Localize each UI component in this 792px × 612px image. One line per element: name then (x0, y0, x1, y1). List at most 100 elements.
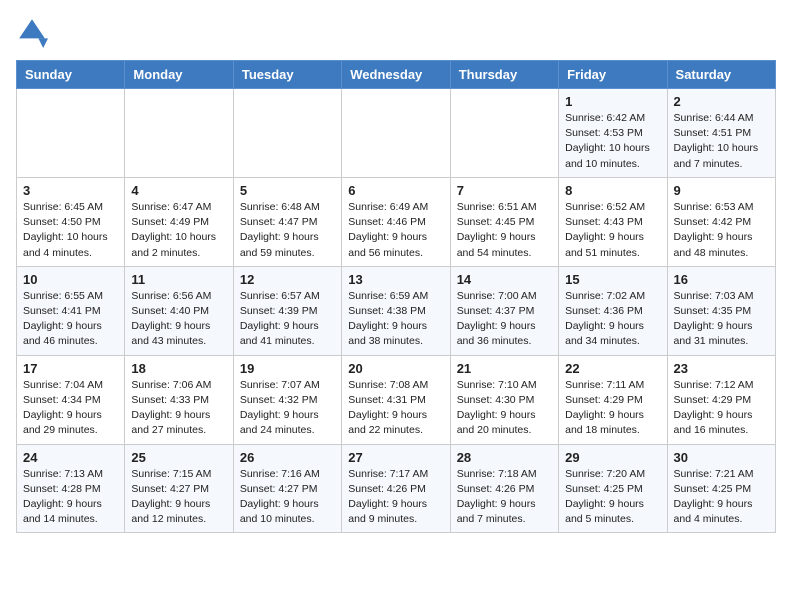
calendar-week-5: 24 Sunrise: 7:13 AM Sunset: 4:28 PM Dayli… (17, 444, 776, 533)
logo (16, 16, 52, 48)
calendar-cell: 8 Sunrise: 6:52 AM Sunset: 4:43 PM Daylig… (559, 177, 667, 266)
day-info: Sunrise: 7:20 AM Sunset: 4:25 PM Dayligh… (565, 467, 660, 528)
calendar-cell (125, 89, 233, 178)
calendar-cell: 14 Sunrise: 7:00 AM Sunset: 4:37 PM Dayli… (450, 266, 558, 355)
calendar-cell: 17 Sunrise: 7:04 AM Sunset: 4:34 PM Dayli… (17, 355, 125, 444)
day-info: Sunrise: 6:57 AM Sunset: 4:39 PM Dayligh… (240, 289, 335, 350)
weekday-header-wednesday: Wednesday (342, 61, 450, 89)
calendar-week-4: 17 Sunrise: 7:04 AM Sunset: 4:34 PM Dayli… (17, 355, 776, 444)
day-number: 8 (565, 183, 660, 198)
weekday-header-monday: Monday (125, 61, 233, 89)
calendar-cell: 25 Sunrise: 7:15 AM Sunset: 4:27 PM Dayli… (125, 444, 233, 533)
calendar-cell: 22 Sunrise: 7:11 AM Sunset: 4:29 PM Dayli… (559, 355, 667, 444)
calendar-cell: 12Sunrise: 6:57 AM Sunset: 4:39 PM Dayli… (233, 266, 341, 355)
day-info: Sunrise: 7:04 AM Sunset: 4:34 PM Dayligh… (23, 378, 118, 439)
day-info: Sunrise: 7:13 AM Sunset: 4:28 PM Dayligh… (23, 467, 118, 528)
calendar-week-3: 10 Sunrise: 6:55 AM Sunset: 4:41 PM Dayli… (17, 266, 776, 355)
day-info: Sunrise: 6:45 AM Sunset: 4:50 PM Dayligh… (23, 200, 118, 261)
calendar-cell: 6 Sunrise: 6:49 AM Sunset: 4:46 PM Daylig… (342, 177, 450, 266)
calendar-cell (450, 89, 558, 178)
day-number: 20 (348, 361, 443, 376)
calendar-cell: 26Sunrise: 7:16 AM Sunset: 4:27 PM Dayli… (233, 444, 341, 533)
day-number: 10 (23, 272, 118, 287)
calendar-cell: 1 Sunrise: 6:42 AM Sunset: 4:53 PM Daylig… (559, 89, 667, 178)
day-info: Sunrise: 6:49 AM Sunset: 4:46 PM Dayligh… (348, 200, 443, 261)
day-info: Sunrise: 7:11 AM Sunset: 4:29 PM Dayligh… (565, 378, 660, 439)
day-number: 4 (131, 183, 226, 198)
day-info: Sunrise: 7:00 AM Sunset: 4:37 PM Dayligh… (457, 289, 552, 350)
day-info: Sunrise: 7:03 AM Sunset: 4:35 PM Dayligh… (674, 289, 769, 350)
day-number: 11 (131, 272, 226, 287)
day-number: 7 (457, 183, 552, 198)
day-info: Sunrise: 6:55 AM Sunset: 4:41 PM Dayligh… (23, 289, 118, 350)
calendar-cell: 18Sunrise: 7:06 AM Sunset: 4:33 PM Dayli… (125, 355, 233, 444)
day-number: 16 (674, 272, 769, 287)
day-number: 29 (565, 450, 660, 465)
day-number: 3 (23, 183, 118, 198)
day-info: Sunrise: 7:16 AM Sunset: 4:27 PM Dayligh… (240, 467, 335, 528)
calendar-cell: 10 Sunrise: 6:55 AM Sunset: 4:41 PM Dayli… (17, 266, 125, 355)
day-info: Sunrise: 6:47 AM Sunset: 4:49 PM Dayligh… (131, 200, 226, 261)
logo-icon (16, 16, 48, 48)
calendar-cell: 15 Sunrise: 7:02 AM Sunset: 4:36 PM Dayli… (559, 266, 667, 355)
calendar-cell: 16 Sunrise: 7:03 AM Sunset: 4:35 PM Dayli… (667, 266, 775, 355)
weekday-header-sunday: Sunday (17, 61, 125, 89)
day-info: Sunrise: 6:44 AM Sunset: 4:51 PM Dayligh… (674, 111, 769, 172)
day-number: 24 (23, 450, 118, 465)
weekday-header-friday: Friday (559, 61, 667, 89)
day-number: 6 (348, 183, 443, 198)
day-number: 2 (674, 94, 769, 109)
day-info: Sunrise: 7:08 AM Sunset: 4:31 PM Dayligh… (348, 378, 443, 439)
day-info: Sunrise: 6:42 AM Sunset: 4:53 PM Dayligh… (565, 111, 660, 172)
calendar-cell: 19Sunrise: 7:07 AM Sunset: 4:32 PM Dayli… (233, 355, 341, 444)
day-info: Sunrise: 7:10 AM Sunset: 4:30 PM Dayligh… (457, 378, 552, 439)
calendar-cell: 24 Sunrise: 7:13 AM Sunset: 4:28 PM Dayli… (17, 444, 125, 533)
day-number: 1 (565, 94, 660, 109)
calendar-cell: 29 Sunrise: 7:20 AM Sunset: 4:25 PM Dayli… (559, 444, 667, 533)
day-info: Sunrise: 7:18 AM Sunset: 4:26 PM Dayligh… (457, 467, 552, 528)
calendar-cell: 7 Sunrise: 6:51 AM Sunset: 4:45 PM Daylig… (450, 177, 558, 266)
day-number: 15 (565, 272, 660, 287)
calendar-cell: 5 Sunrise: 6:48 AM Sunset: 4:47 PM Daylig… (233, 177, 341, 266)
day-number: 17 (23, 361, 118, 376)
calendar-cell: 21 Sunrise: 7:10 AM Sunset: 4:30 PM Dayli… (450, 355, 558, 444)
day-number: 5 (240, 183, 335, 198)
day-info: Sunrise: 7:02 AM Sunset: 4:36 PM Dayligh… (565, 289, 660, 350)
day-info: Sunrise: 7:17 AM Sunset: 4:26 PM Dayligh… (348, 467, 443, 528)
day-number: 30 (674, 450, 769, 465)
calendar-week-2: 3 Sunrise: 6:45 AM Sunset: 4:50 PM Daylig… (17, 177, 776, 266)
page-header (16, 16, 776, 48)
day-info: Sunrise: 7:21 AM Sunset: 4:25 PM Dayligh… (674, 467, 769, 528)
calendar-cell: 20 Sunrise: 7:08 AM Sunset: 4:31 PM Dayli… (342, 355, 450, 444)
calendar-cell: 9 Sunrise: 6:53 AM Sunset: 4:42 PM Daylig… (667, 177, 775, 266)
weekday-header-tuesday: Tuesday (233, 61, 341, 89)
day-number: 22 (565, 361, 660, 376)
calendar-cell: 11Sunrise: 6:56 AM Sunset: 4:40 PM Dayli… (125, 266, 233, 355)
day-info: Sunrise: 6:51 AM Sunset: 4:45 PM Dayligh… (457, 200, 552, 261)
day-number: 13 (348, 272, 443, 287)
weekday-header-saturday: Saturday (667, 61, 775, 89)
calendar-cell: 30 Sunrise: 7:21 AM Sunset: 4:25 PM Dayli… (667, 444, 775, 533)
day-number: 28 (457, 450, 552, 465)
day-number: 25 (131, 450, 226, 465)
weekday-header-thursday: Thursday (450, 61, 558, 89)
day-number: 19 (240, 361, 335, 376)
day-info: Sunrise: 6:52 AM Sunset: 4:43 PM Dayligh… (565, 200, 660, 261)
day-info: Sunrise: 6:53 AM Sunset: 4:42 PM Dayligh… (674, 200, 769, 261)
day-number: 9 (674, 183, 769, 198)
calendar-cell: 3 Sunrise: 6:45 AM Sunset: 4:50 PM Daylig… (17, 177, 125, 266)
day-info: Sunrise: 6:48 AM Sunset: 4:47 PM Dayligh… (240, 200, 335, 261)
day-info: Sunrise: 7:15 AM Sunset: 4:27 PM Dayligh… (131, 467, 226, 528)
calendar-cell: 4 Sunrise: 6:47 AM Sunset: 4:49 PM Daylig… (125, 177, 233, 266)
calendar-cell (233, 89, 341, 178)
calendar-cell: 2 Sunrise: 6:44 AM Sunset: 4:51 PM Daylig… (667, 89, 775, 178)
calendar-cell: 28 Sunrise: 7:18 AM Sunset: 4:26 PM Dayli… (450, 444, 558, 533)
calendar-cell: 13 Sunrise: 6:59 AM Sunset: 4:38 PM Dayli… (342, 266, 450, 355)
day-number: 14 (457, 272, 552, 287)
day-info: Sunrise: 6:59 AM Sunset: 4:38 PM Dayligh… (348, 289, 443, 350)
day-number: 27 (348, 450, 443, 465)
calendar-cell: 27 Sunrise: 7:17 AM Sunset: 4:26 PM Dayli… (342, 444, 450, 533)
calendar-cell (17, 89, 125, 178)
day-info: Sunrise: 7:12 AM Sunset: 4:29 PM Dayligh… (674, 378, 769, 439)
day-number: 21 (457, 361, 552, 376)
